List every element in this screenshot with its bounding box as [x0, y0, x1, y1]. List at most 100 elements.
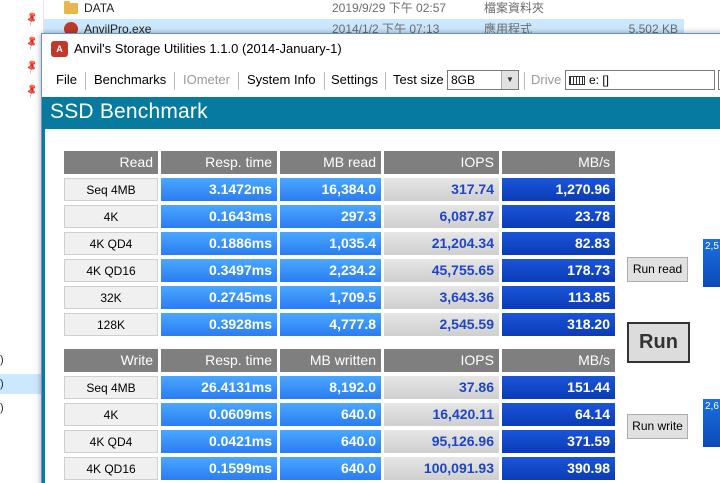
- read-test-label[interactable]: 32K: [64, 286, 158, 309]
- screen: 📌 📌 📌 📌 ) ) ) DATA 2019/9/29 下午 02:57 檔案…: [0, 0, 720, 483]
- run-write-button[interactable]: Run write: [627, 414, 688, 439]
- read-mbs-value: 318.20: [502, 313, 615, 336]
- write-header-label: Write: [64, 349, 158, 372]
- read-score-badge: 2,5: [703, 239, 720, 287]
- read-resp-time-value: 3.1472ms: [161, 178, 277, 201]
- read-resp-time-value: 0.3928ms: [161, 313, 277, 336]
- nav-item-label: ): [0, 378, 4, 390]
- write-iops-value: 95,126.96: [384, 430, 499, 453]
- read-mbs-value: 178.73: [502, 259, 615, 282]
- read-iops-value: 2,545.59: [384, 313, 499, 336]
- write-header-mb: MB written: [280, 349, 381, 372]
- file-name: DATA: [84, 1, 115, 15]
- read-iops-value: 21,204.34: [384, 232, 499, 255]
- write-header-mbs: MB/s: [502, 349, 615, 372]
- read-mb-value: 16,384.0: [280, 178, 381, 201]
- write-resp-time-value: 0.0609ms: [161, 403, 277, 426]
- explorer-nav-pane: 📌 📌 📌 📌 ) ) ): [0, 0, 44, 483]
- write-mbs-value: 371.59: [502, 430, 615, 453]
- nav-item-selected[interactable]: ): [0, 374, 44, 394]
- read-test-label[interactable]: 4K QD4: [64, 232, 158, 255]
- write-test-label[interactable]: 4K QD16: [64, 457, 158, 480]
- file-row-data[interactable]: DATA 2019/9/29 下午 02:57 檔案資料夾: [44, 0, 684, 19]
- write-resp-time-value: 0.0421ms: [161, 430, 277, 453]
- write-resp-time-value: 26.4131ms: [161, 376, 277, 399]
- menu-file[interactable]: File: [50, 68, 83, 92]
- read-test-label[interactable]: Seq 4MB: [64, 178, 158, 201]
- test-size-label: Test size: [393, 72, 444, 87]
- read-mbs-value: 113.85: [502, 286, 615, 309]
- nav-item[interactable]: ): [0, 350, 8, 370]
- read-header-label: Read: [64, 151, 158, 174]
- write-iops-value: 37.86: [384, 376, 499, 399]
- window-title: Anvil's Storage Utilities 1.1.0 (2014-Ja…: [74, 41, 342, 56]
- menu-benchmarks[interactable]: Benchmarks: [88, 68, 172, 92]
- write-iops-value: 16,420.11: [384, 403, 499, 426]
- write-test-label[interactable]: 4K QD4: [64, 430, 158, 453]
- write-mb-value: 640.0: [280, 457, 381, 480]
- nav-item[interactable]: ): [0, 398, 8, 418]
- read-mb-value: 1,709.5: [280, 286, 381, 309]
- benchmark-header: SSD Benchmark: [42, 97, 720, 129]
- menu-settings[interactable]: Settings: [325, 68, 384, 92]
- benchmark-content: Read Resp. time MB read IOPS MB/s Seq 4M…: [42, 129, 720, 483]
- test-size-select[interactable]: 8GB ▼: [447, 70, 519, 90]
- drive-label: Drive: [531, 72, 562, 87]
- read-header-mbs: MB/s: [502, 151, 615, 174]
- file-type: 檔案資料夾: [484, 1, 545, 15]
- menu-iometer[interactable]: IOmeter: [177, 68, 236, 92]
- read-header-iops: IOPS: [384, 151, 499, 174]
- read-iops-value: 3,643.36: [384, 286, 499, 309]
- menu-bar: File Benchmarks IOmeter System Info Sett…: [42, 68, 720, 92]
- read-test-label[interactable]: 4K QD16: [64, 259, 158, 282]
- anvil-window: A Anvil's Storage Utilities 1.1.0 (2014-…: [41, 33, 720, 483]
- pin-icon: 📌: [23, 59, 41, 76]
- title-bar[interactable]: A Anvil's Storage Utilities 1.1.0 (2014-…: [42, 34, 720, 64]
- pin-icon: 📌: [23, 35, 41, 52]
- read-iops-value: 45,755.65: [384, 259, 499, 282]
- dropdown-arrow-icon[interactable]: ▼: [501, 71, 518, 89]
- write-mb-value: 640.0: [280, 403, 381, 426]
- write-test-label[interactable]: 4K: [64, 403, 158, 426]
- anvil-app-icon: A: [51, 41, 68, 57]
- write-mb-value: 8,192.0: [280, 376, 381, 399]
- read-mb-value: 2,234.2: [280, 259, 381, 282]
- drive-select[interactable]: e: []: [565, 70, 715, 90]
- write-header-resp: Resp. time: [161, 349, 277, 372]
- menu-separator: [174, 72, 175, 90]
- drive-value: e: []: [589, 73, 610, 87]
- page-title: SSD Benchmark: [50, 100, 208, 123]
- pin-icon: 📌: [23, 11, 41, 28]
- write-mbs-value: 390.98: [502, 457, 615, 480]
- read-iops-value: 6,087.87: [384, 205, 499, 228]
- write-test-label[interactable]: Seq 4MB: [64, 376, 158, 399]
- write-resp-time-value: 0.1599ms: [161, 457, 277, 480]
- read-resp-time-value: 0.3497ms: [161, 259, 277, 282]
- write-header-iops: IOPS: [384, 349, 499, 372]
- read-test-label[interactable]: 128K: [64, 313, 158, 336]
- read-iops-value: 317.74: [384, 178, 499, 201]
- drive-icon: [569, 76, 585, 86]
- menu-separator: [85, 72, 86, 90]
- menu-system-info[interactable]: System Info: [241, 68, 322, 92]
- read-header-mb: MB read: [280, 151, 381, 174]
- write-mb-value: 640.0: [280, 430, 381, 453]
- read-mb-value: 297.3: [280, 205, 381, 228]
- pin-icon: 📌: [23, 83, 41, 100]
- test-size-value: 8GB: [451, 73, 476, 87]
- read-mbs-value: 82.83: [502, 232, 615, 255]
- read-mbs-value: 1,270.96: [502, 178, 615, 201]
- read-mbs-value: 23.78: [502, 205, 615, 228]
- menu-separator: [385, 72, 386, 90]
- menu-separator: [238, 72, 239, 90]
- read-mb-value: 4,777.8: [280, 313, 381, 336]
- file-date: 2019/9/29 下午 02:57: [332, 1, 447, 15]
- read-header-resp: Resp. time: [161, 151, 277, 174]
- read-resp-time-value: 0.2745ms: [161, 286, 277, 309]
- read-mb-value: 1,035.4: [280, 232, 381, 255]
- read-test-label[interactable]: 4K: [64, 205, 158, 228]
- run-button[interactable]: Run: [627, 322, 690, 363]
- write-iops-value: 100,091.93: [384, 457, 499, 480]
- write-mbs-value: 64.14: [502, 403, 615, 426]
- run-read-button[interactable]: Run read: [627, 257, 688, 282]
